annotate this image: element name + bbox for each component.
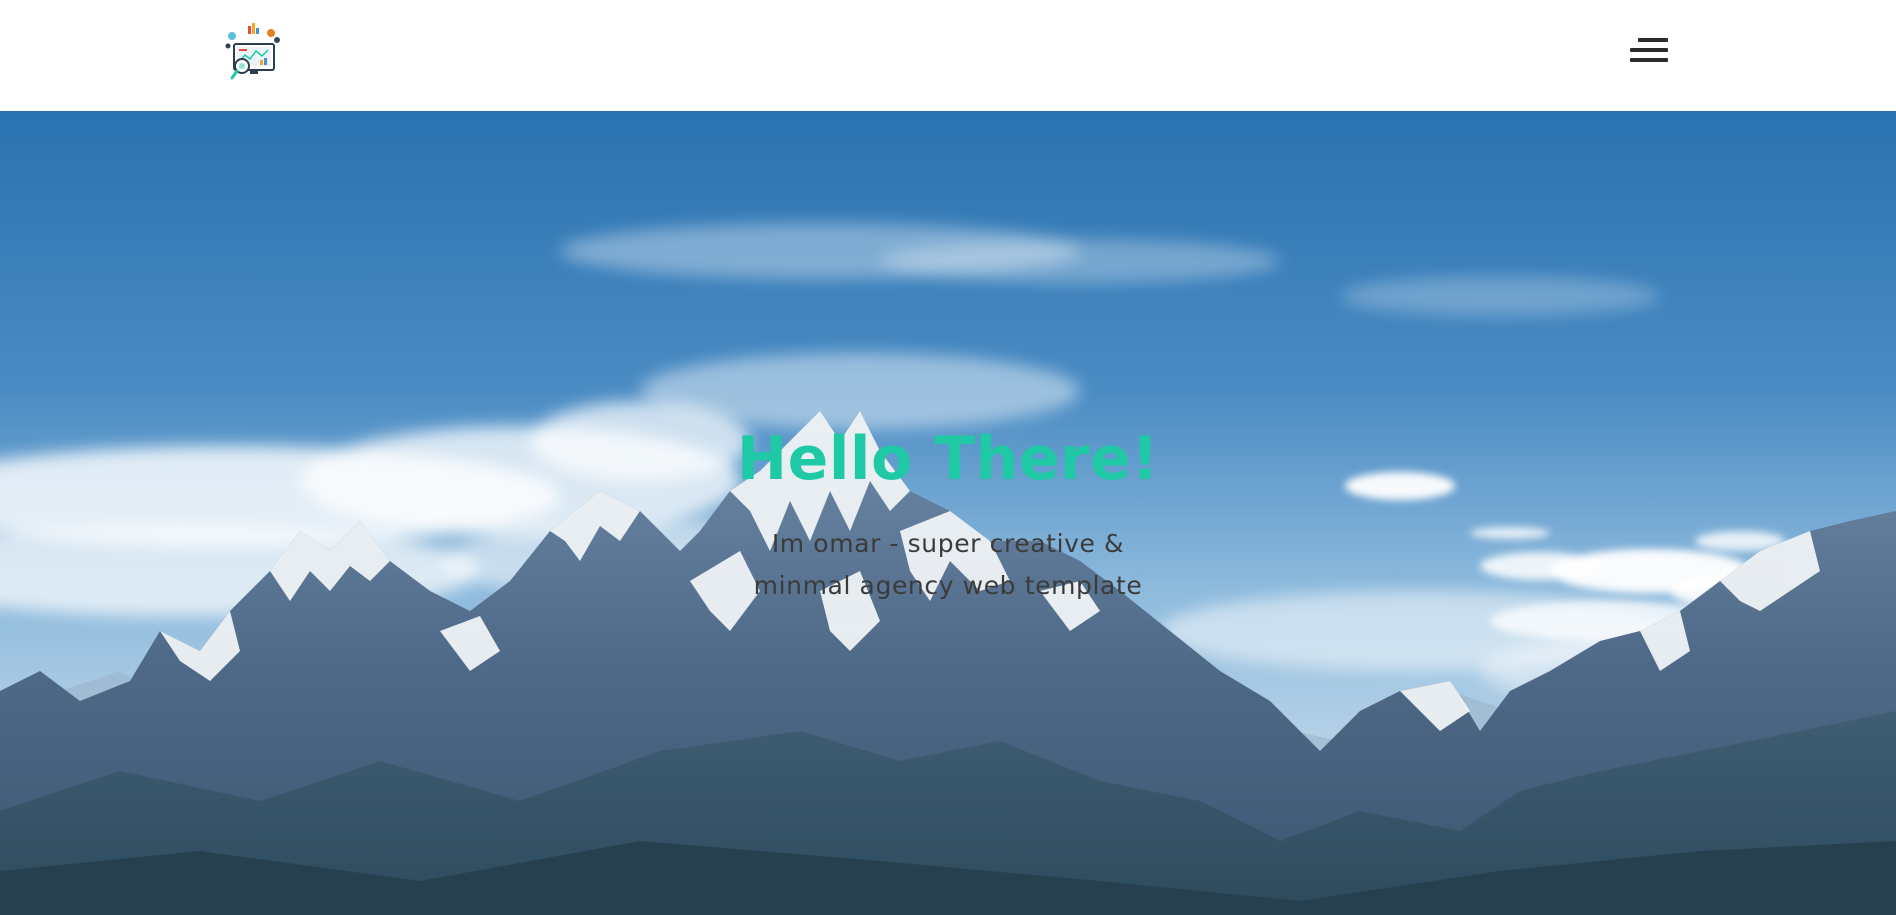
hamburger-line <box>1630 48 1668 52</box>
analytics-logo-icon <box>225 23 280 80</box>
menu-toggle-button[interactable] <box>1624 36 1668 66</box>
site-header <box>0 0 1896 111</box>
site-logo[interactable] <box>222 22 286 82</box>
hamburger-line <box>1630 58 1668 62</box>
mountain-background-image <box>0 111 1896 915</box>
hero-section: Hello There! Im omar - super creative & … <box>0 111 1896 915</box>
hamburger-line <box>1638 38 1668 42</box>
